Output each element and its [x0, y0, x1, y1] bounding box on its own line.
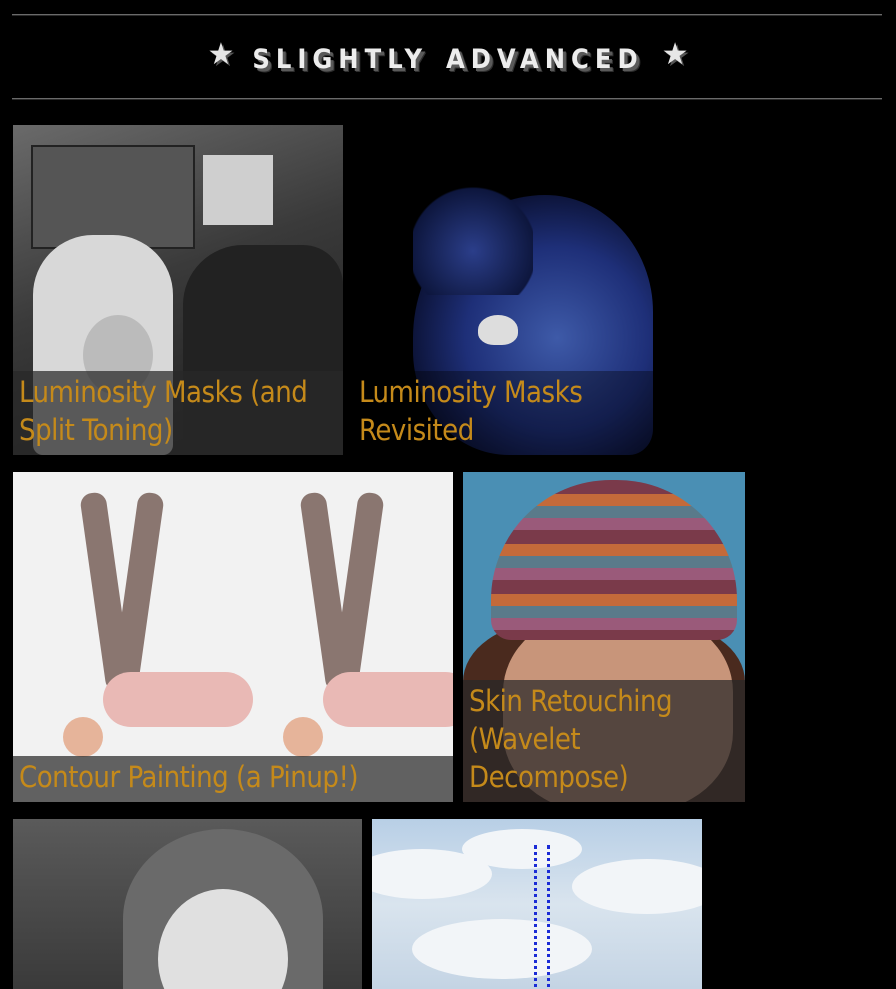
page-header: ★ Slightly Advanced ★ [0, 22, 896, 88]
card-caption: Luminosity Masks Revisited [353, 371, 663, 455]
header-rule-top [12, 14, 882, 16]
card-caption: Contour Painting (a Pinup!) [13, 756, 453, 802]
header-rule-bottom [12, 98, 882, 100]
page-title: Slightly Advanced [252, 33, 644, 77]
tutorial-card-tower[interactable] [372, 819, 702, 989]
card-thumbnail [372, 819, 702, 989]
star-left-icon: ★ [207, 37, 235, 72]
tower-shape [534, 845, 550, 989]
card-thumbnail [13, 819, 362, 989]
tutorial-card-luminosity-masks[interactable]: Luminosity Masks (and Split Toning) [13, 125, 343, 455]
card-caption: Luminosity Masks (and Split Toning) [13, 371, 343, 455]
tutorial-card-luminosity-masks-revisited[interactable]: Luminosity Masks Revisited [353, 125, 663, 455]
tutorial-card-contour-painting[interactable]: Contour Painting (a Pinup!) [13, 472, 453, 802]
star-right-icon: ★ [661, 37, 689, 72]
card-caption: Skin Retouching (Wavelet Decompose) [463, 680, 745, 802]
tutorial-card-portrait[interactable] [13, 819, 362, 989]
card-thumbnail [13, 472, 453, 802]
tutorial-card-skin-retouching[interactable]: Skin Retouching (Wavelet Decompose) [463, 472, 745, 802]
